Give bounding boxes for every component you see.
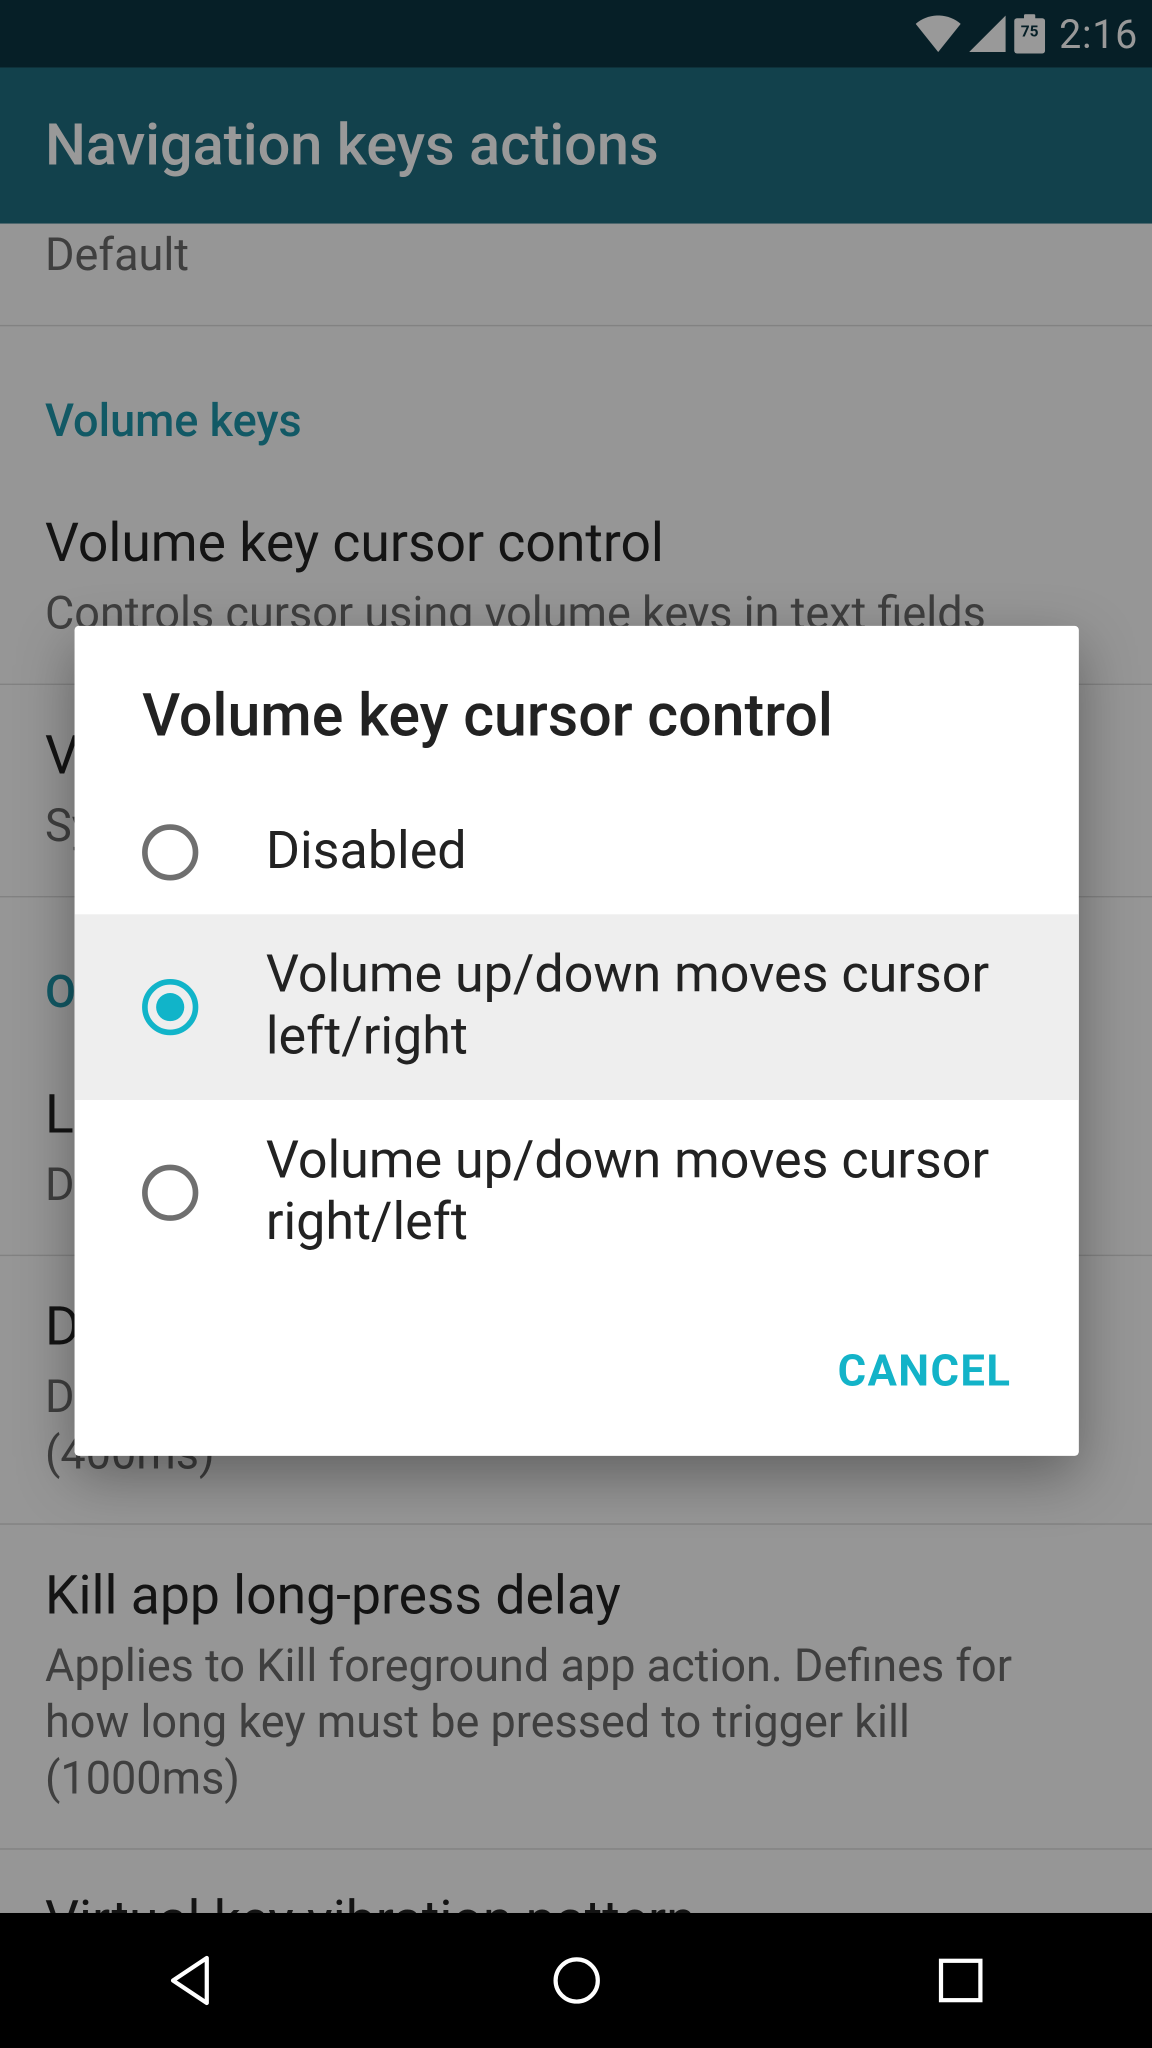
dialog-title: Volume key cursor control [75,626,1079,791]
radio-label: Disabled [266,821,467,883]
navigation-bar [0,1913,1152,2048]
radio-option-right-left[interactable]: Volume up/down moves cursor right/left [75,1100,1079,1286]
cancel-button[interactable]: CANCEL [804,1319,1045,1422]
radio-option-left-right[interactable]: Volume up/down moves cursor left/right [75,914,1079,1100]
radio-option-disabled[interactable]: Disabled [75,791,1079,915]
back-button[interactable] [150,1938,234,2022]
dialog-actions: CANCEL [75,1286,1079,1456]
radio-icon [142,979,198,1035]
recents-square-icon [935,1955,986,2006]
radio-icon [142,824,198,880]
dialog-volume-cursor: Volume key cursor control Disabled Volum… [75,626,1079,1456]
radio-label: Volume up/down moves cursor right/left [266,1131,1011,1255]
radio-icon [142,1165,198,1221]
home-circle-icon [548,1952,604,2008]
recents-button[interactable] [918,1938,1002,2022]
screen: 75 2:16 Navigation keys actions Double-t… [0,0,1152,2048]
radio-label: Volume up/down moves cursor left/right [266,945,1011,1069]
home-button[interactable] [534,1938,618,2022]
back-triangle-icon [164,1952,220,2008]
